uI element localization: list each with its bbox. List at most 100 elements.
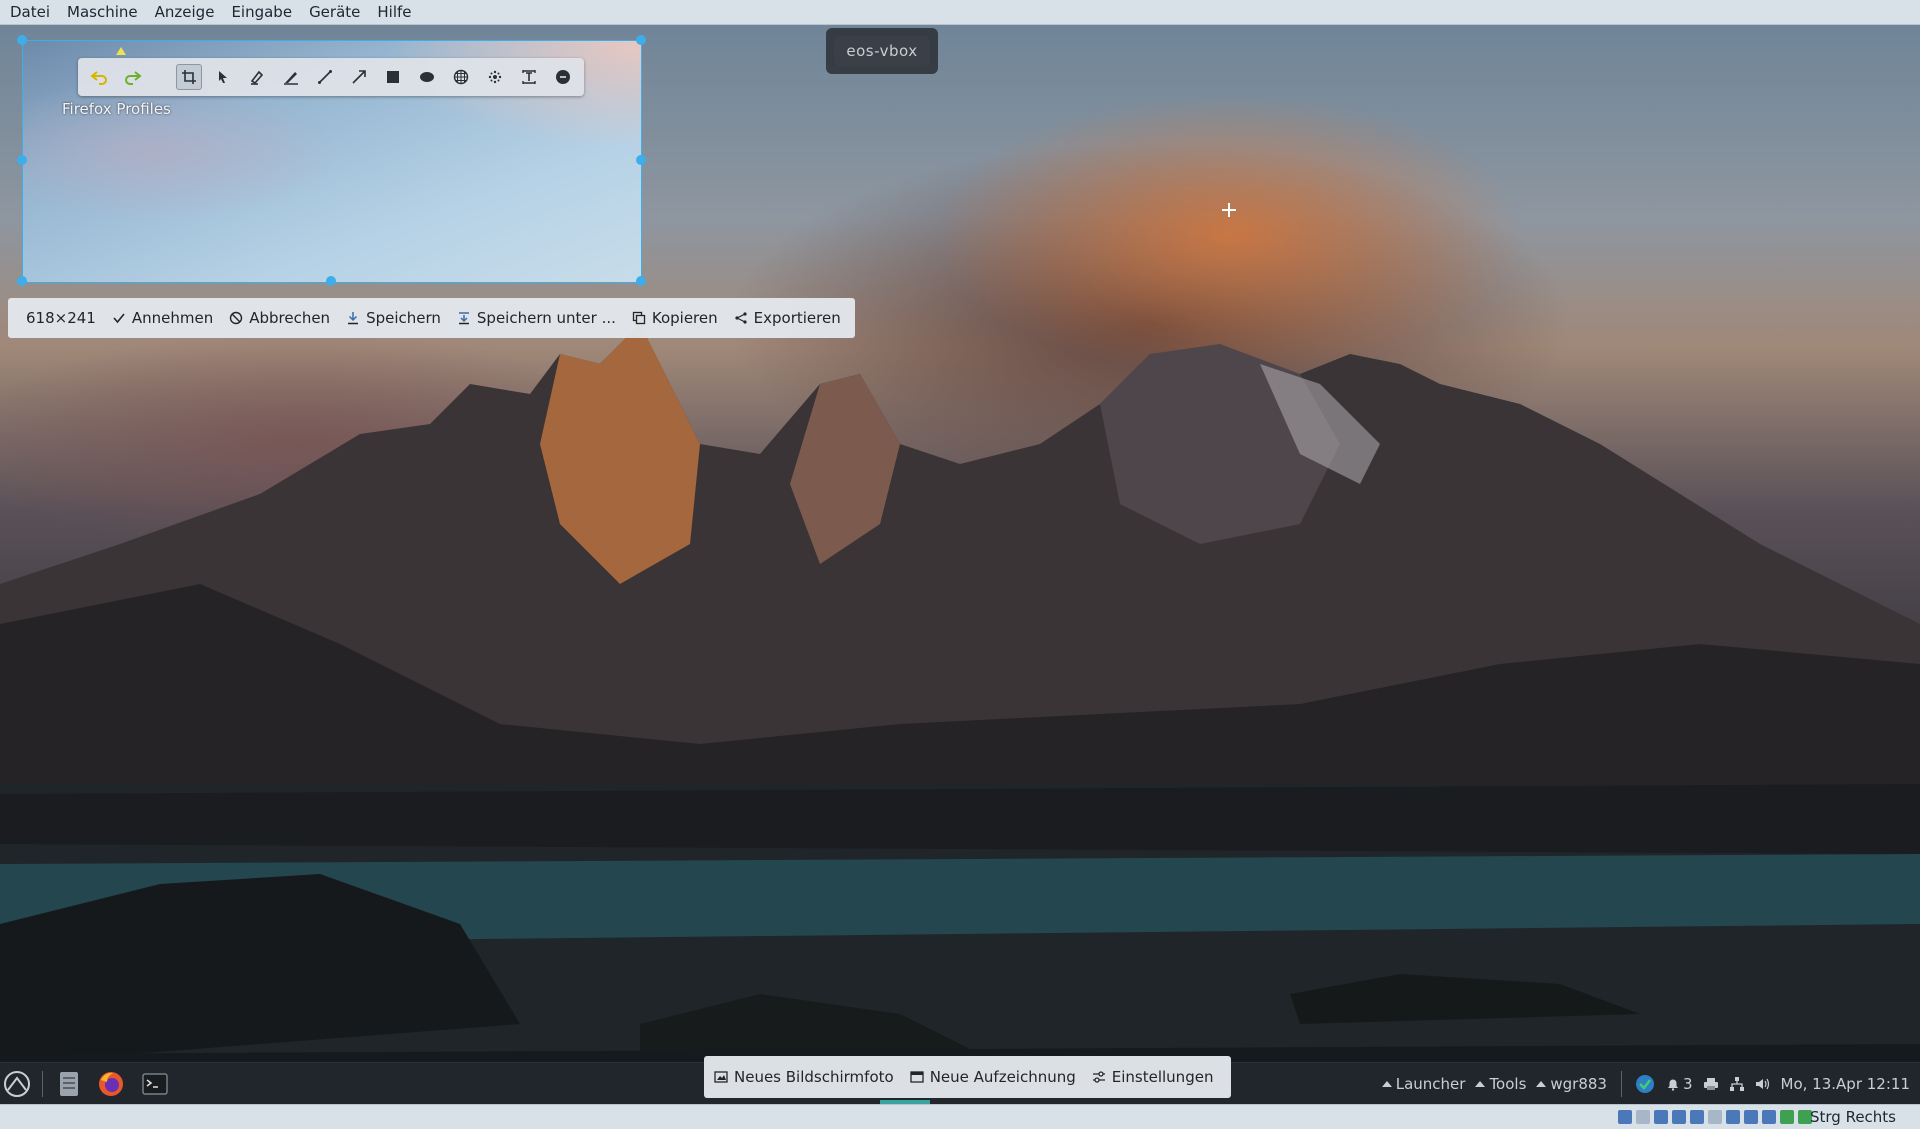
copy-icon: [632, 311, 646, 325]
cpu-icon[interactable]: [1762, 1110, 1776, 1124]
share-icon: [734, 311, 748, 325]
settings-label: Einstellungen: [1111, 1068, 1214, 1086]
capture-bar: Neues Bildschirmfoto Neue Aufzeichnung E…: [704, 1056, 1232, 1098]
update-status[interactable]: [1620, 1071, 1656, 1097]
selection-window-label: Firefox Profiles: [62, 100, 171, 118]
selection-size-readout: 618×241: [26, 309, 96, 327]
undo-icon[interactable]: [86, 64, 112, 90]
menu-anzeige[interactable]: Anzeige: [145, 0, 222, 24]
toolbar-pointer-icon: [116, 47, 126, 55]
crop-icon[interactable]: [176, 64, 202, 90]
vm-menubar: Datei Maschine Anzeige Eingabe Geräte Hi…: [0, 0, 1920, 25]
app-menu-icon[interactable]: [2, 1069, 32, 1099]
settings-button[interactable]: Einstellungen: [1086, 1056, 1224, 1098]
expand-up-icon: [1381, 1081, 1392, 1087]
menu-hilfe[interactable]: Hilfe: [367, 0, 418, 24]
check-icon: [112, 311, 126, 325]
rectangle-icon[interactable]: [380, 64, 406, 90]
blur-icon[interactable]: [482, 64, 508, 90]
new-recording-button[interactable]: Neue Aufzeichnung: [904, 1056, 1086, 1098]
tools-label: Tools: [1489, 1075, 1527, 1093]
vm-device-icons: [1618, 1110, 1812, 1124]
usb-icon[interactable]: [1690, 1110, 1704, 1124]
new-screenshot-button[interactable]: Neues Bildschirmfoto: [708, 1056, 904, 1098]
recording-status-icon[interactable]: [1744, 1110, 1758, 1124]
arrow-icon[interactable]: [346, 64, 372, 90]
panel-separator: [42, 1071, 43, 1097]
file-manager-icon[interactable]: [54, 1069, 84, 1099]
annotation-toolbar: [78, 58, 584, 96]
user-label: wgr883: [1550, 1075, 1607, 1093]
terminal-icon[interactable]: [140, 1069, 170, 1099]
resize-handle-bottom[interactable]: [326, 276, 336, 286]
network-adapter-icon[interactable]: [1672, 1110, 1686, 1124]
pen-icon[interactable]: [278, 64, 304, 90]
resize-handle-left[interactable]: [17, 155, 27, 165]
menu-geraete[interactable]: Geräte: [299, 0, 367, 24]
optical-drive-icon[interactable]: [1636, 1110, 1650, 1124]
guest-additions-icon[interactable]: [1780, 1110, 1794, 1124]
notification-count: 3: [1682, 1075, 1693, 1093]
cancel-icon: [229, 311, 243, 325]
menu-maschine[interactable]: Maschine: [57, 0, 145, 24]
accept-button-label: Annehmen: [131, 309, 214, 327]
save-as-button[interactable]: Speichern unter ...: [451, 298, 626, 338]
save-icon: [346, 311, 360, 325]
select-icon[interactable]: [210, 64, 236, 90]
copy-button-label: Kopieren: [651, 309, 718, 327]
copy-button[interactable]: Kopieren: [626, 298, 728, 338]
notifications[interactable]: 3: [1666, 1075, 1693, 1093]
audio-icon[interactable]: [1654, 1110, 1668, 1124]
display-icon[interactable]: [1726, 1110, 1740, 1124]
vm-statusbar: Strg Rechts: [0, 1104, 1920, 1129]
number-stamp-icon[interactable]: [550, 64, 576, 90]
selection-action-bar: 618×241 Annehmen Abbrechen Speichern Spe…: [8, 298, 855, 338]
line-icon[interactable]: [312, 64, 338, 90]
screenshot-icon: [714, 1070, 728, 1084]
resize-handle-top-left[interactable]: [17, 35, 27, 45]
firefox-icon[interactable]: [96, 1069, 126, 1099]
highlighter-icon[interactable]: [244, 64, 270, 90]
save-as-button-label: Speichern unter ...: [476, 309, 616, 327]
volume-icon[interactable]: [1755, 1077, 1771, 1091]
tools-menu[interactable]: Tools: [1475, 1075, 1526, 1093]
pixelate-icon[interactable]: [448, 64, 474, 90]
expand-up-icon: [1536, 1081, 1547, 1087]
system-tray: Launcher Tools wgr883 3 Mo, 13.Apr 12:11: [1372, 1063, 1920, 1105]
resize-handle-top-right[interactable]: [636, 35, 646, 45]
shared-folder-icon[interactable]: [1708, 1110, 1722, 1124]
recording-icon: [910, 1070, 924, 1084]
new-screenshot-label: Neues Bildschirmfoto: [734, 1068, 894, 1086]
resize-handle-right[interactable]: [636, 155, 646, 165]
hdd-icon[interactable]: [1618, 1110, 1632, 1124]
export-button-label: Exportieren: [753, 309, 841, 327]
cancel-button[interactable]: Abbrechen: [223, 298, 340, 338]
update-icon: [1635, 1075, 1654, 1093]
redo-icon[interactable]: [120, 64, 146, 90]
bell-icon: [1667, 1079, 1678, 1091]
launcher-menu[interactable]: Launcher: [1381, 1075, 1466, 1093]
user-menu[interactable]: wgr883: [1536, 1075, 1607, 1093]
expand-up-icon: [1475, 1081, 1486, 1087]
new-recording-label: Neue Aufzeichnung: [929, 1068, 1076, 1086]
launcher-label: Launcher: [1395, 1075, 1466, 1093]
crosshair-cursor-icon: [1222, 203, 1236, 217]
save-as-icon: [457, 311, 471, 325]
host-label: eos-vbox: [826, 28, 938, 74]
settings-sliders-icon: [1092, 1070, 1106, 1084]
host-label-text: eos-vbox: [834, 36, 930, 66]
printer-icon[interactable]: [1703, 1077, 1719, 1091]
save-button[interactable]: Speichern: [340, 298, 451, 338]
ellipse-icon[interactable]: [414, 64, 440, 90]
resize-handle-bottom-right[interactable]: [636, 276, 646, 286]
accept-button[interactable]: Annehmen: [106, 298, 223, 338]
save-button-label: Speichern: [366, 309, 441, 327]
menu-eingabe[interactable]: Eingabe: [221, 0, 299, 24]
network-icon[interactable]: [1729, 1076, 1745, 1092]
export-button[interactable]: Exportieren: [728, 298, 851, 338]
menu-datei[interactable]: Datei: [0, 0, 57, 24]
resize-handle-bottom-left[interactable]: [17, 276, 27, 286]
text-icon[interactable]: [516, 64, 542, 90]
host-key-label: Strg Rechts: [1809, 1108, 1896, 1126]
clock[interactable]: Mo, 13.Apr 12:11: [1781, 1075, 1910, 1093]
